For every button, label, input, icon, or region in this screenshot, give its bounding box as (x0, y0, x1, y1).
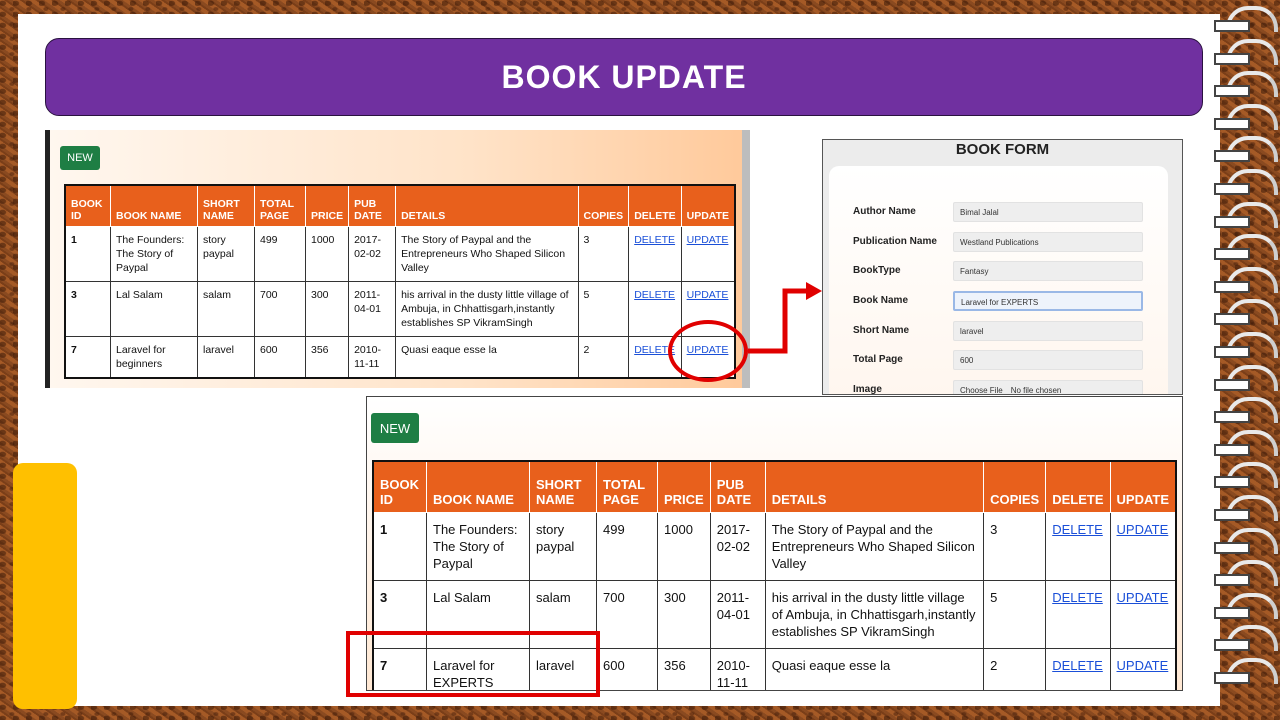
updated-row-highlight-box (346, 631, 600, 697)
arrow-to-form-icon (748, 282, 822, 354)
